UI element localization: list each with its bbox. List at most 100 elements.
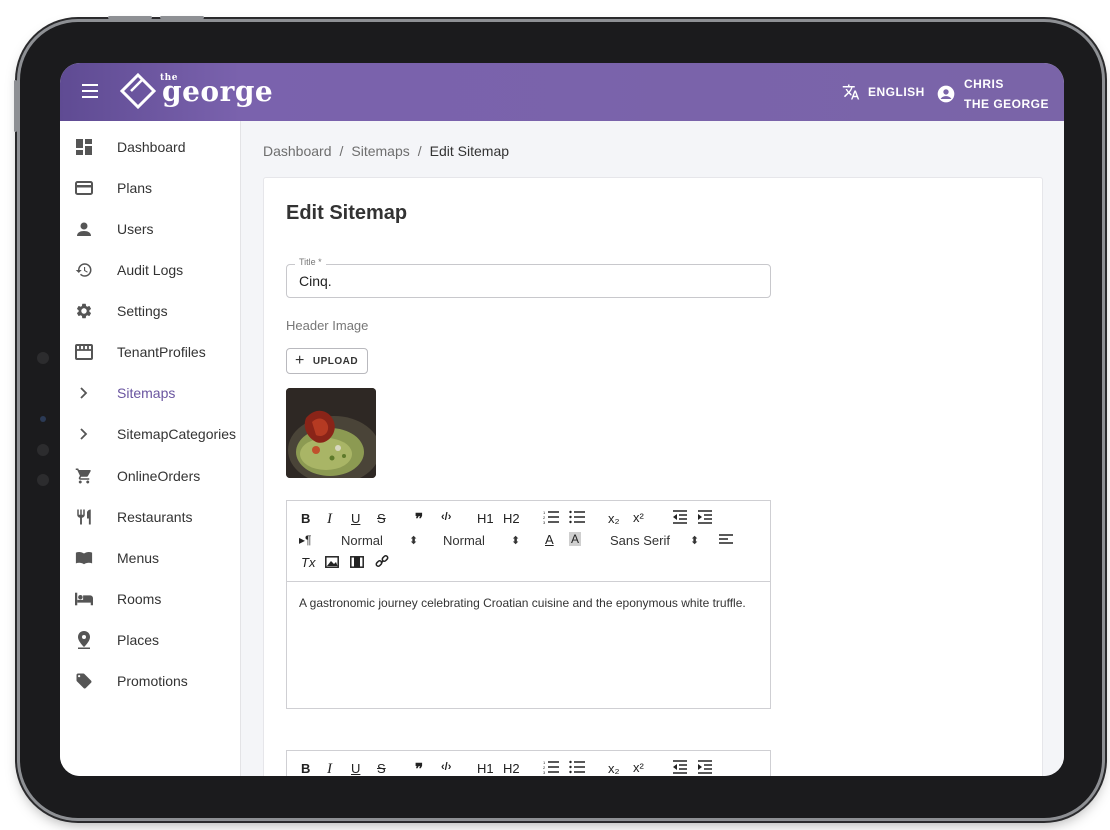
- text-color-icon[interactable]: A: [545, 532, 554, 547]
- sidebar-item-restaurants[interactable]: Restaurants: [60, 497, 240, 537]
- breadcrumb-sitemaps[interactable]: Sitemaps: [351, 143, 409, 159]
- superscript-button[interactable]: x²: [633, 510, 644, 525]
- text-direction-button[interactable]: ▸¶: [299, 533, 311, 547]
- editor-content[interactable]: A gastronomic journey celebrating Croati…: [287, 582, 770, 708]
- user-menu[interactable]: CHRIS THE GEORGE: [936, 74, 1049, 114]
- language-label: ENGLISH: [868, 85, 925, 99]
- sidebar-item-label: Audit Logs: [117, 262, 184, 278]
- bullet-list-icon[interactable]: [569, 510, 585, 527]
- edit-sitemap-card: Edit Sitemap Title * Header Image + UPLO…: [263, 177, 1043, 776]
- sensor-dot: [37, 444, 49, 456]
- gear-icon: [75, 302, 93, 320]
- link-icon[interactable]: [375, 555, 389, 572]
- editor-toolbar: B I U S ❞ ‹/› H1 H2 123 x₂ x² ▸¶ Normal …: [287, 501, 770, 582]
- sidebar-item-plans[interactable]: Plans: [60, 168, 240, 208]
- camera-lens: [40, 416, 46, 422]
- header2-button[interactable]: H2: [503, 761, 520, 776]
- logo-text: george: [162, 74, 274, 108]
- header-select[interactable]: Normal ⬍: [443, 533, 521, 548]
- font-select[interactable]: Sans Serif ⬍: [610, 533, 700, 548]
- strike-button[interactable]: S: [377, 511, 386, 526]
- breadcrumb-dashboard[interactable]: Dashboard: [263, 143, 332, 159]
- sidebar-item-users[interactable]: Users: [60, 209, 240, 249]
- logo-prefix: the: [160, 72, 178, 83]
- sidebar-item-label: Dashboard: [117, 139, 186, 155]
- outdent-icon[interactable]: [672, 510, 688, 527]
- sidebar-item-onlineorders[interactable]: OnlineOrders: [60, 456, 240, 496]
- svg-text:3: 3: [543, 770, 546, 774]
- sidebar-item-settings[interactable]: Settings: [60, 291, 240, 331]
- sidebar-item-label: Promotions: [117, 673, 188, 689]
- sidebar-item-sitemaps[interactable]: Sitemaps: [60, 373, 240, 413]
- bold-button[interactable]: B: [301, 511, 310, 526]
- outdent-icon[interactable]: [672, 760, 688, 776]
- superscript-button[interactable]: x²: [633, 760, 644, 775]
- ordered-list-icon[interactable]: 123: [543, 510, 559, 527]
- store-icon: [75, 343, 93, 361]
- underline-button[interactable]: U: [351, 761, 360, 776]
- video-icon[interactable]: [350, 556, 364, 571]
- underline-button[interactable]: U: [351, 511, 360, 526]
- main-content: Dashboard / Sitemaps / Edit Sitemap Edit Sit…: [241, 121, 1064, 776]
- italic-button[interactable]: I: [327, 761, 332, 776]
- header2-button[interactable]: H2: [503, 511, 520, 526]
- upload-label: UPLOAD: [312, 355, 359, 367]
- align-left-icon[interactable]: [719, 534, 733, 549]
- sidebar-item-tenantprofiles[interactable]: TenantProfiles: [60, 332, 240, 372]
- select-arrows-icon: ⬍: [409, 535, 419, 547]
- tag-icon: [75, 672, 93, 690]
- code-block-button[interactable]: ‹/›: [441, 511, 451, 523]
- header1-button[interactable]: H1: [477, 511, 494, 526]
- power-button: [14, 80, 17, 132]
- logo-wordmark: the george: [160, 72, 274, 108]
- subscript-button[interactable]: x₂: [608, 511, 620, 526]
- upload-button[interactable]: + UPLOAD: [286, 348, 368, 374]
- sidebar-item-places[interactable]: Places: [60, 620, 240, 660]
- code-block-button[interactable]: ‹/›: [441, 761, 451, 773]
- volume-down-button: [160, 16, 204, 19]
- sidebar-item-label: Menus: [117, 550, 160, 566]
- background-color-icon[interactable]: A: [569, 532, 582, 546]
- sidebar-item-menus[interactable]: Menus: [60, 538, 240, 578]
- blockquote-button[interactable]: ❞: [415, 760, 423, 776]
- sidebar-item-label: Plans: [117, 180, 153, 196]
- subscript-button[interactable]: x₂: [608, 761, 620, 776]
- sidebar-item-label: OnlineOrders: [117, 468, 201, 484]
- breadcrumb-current: Edit Sitemap: [429, 143, 510, 159]
- sidebar-item-sitemapcategories[interactable]: SitemapCategories: [60, 414, 240, 454]
- sidebar-item-promotions[interactable]: Promotions: [60, 661, 240, 701]
- header1-button[interactable]: H1: [477, 761, 494, 776]
- strike-button[interactable]: S: [377, 761, 386, 776]
- clean-format-button[interactable]: Tx: [301, 555, 315, 570]
- history-icon: [75, 261, 93, 279]
- blockquote-button[interactable]: ❞: [415, 510, 423, 528]
- sidebar-item-label: Sitemaps: [117, 385, 176, 401]
- italic-button[interactable]: I: [327, 511, 332, 528]
- pin-icon: [75, 631, 93, 649]
- size-select[interactable]: Normal ⬍: [341, 533, 419, 548]
- bold-button[interactable]: B: [301, 761, 310, 776]
- hamburger-menu-icon[interactable]: [82, 84, 98, 98]
- image-icon[interactable]: [325, 556, 339, 571]
- sidebar-item-label: Places: [117, 632, 160, 648]
- logo[interactable]: the george: [120, 71, 273, 111]
- clean-format-label: Tx: [301, 555, 316, 570]
- book-icon: [75, 549, 93, 567]
- sidebar: Dashboard Plans Users Audit Logs Setting…: [60, 121, 241, 776]
- account-circle-icon: [937, 85, 955, 103]
- ordered-list-icon[interactable]: 123: [543, 760, 559, 776]
- header-image-thumbnail[interactable]: [286, 388, 376, 478]
- header-select-value: Normal: [443, 533, 485, 548]
- bullet-list-icon[interactable]: [569, 760, 585, 776]
- indent-icon[interactable]: [697, 510, 713, 527]
- sidebar-item-label: TenantProfiles: [117, 344, 206, 360]
- title-input[interactable]: [299, 273, 759, 289]
- sidebar-item-dashboard[interactable]: Dashboard: [60, 127, 240, 167]
- chevron-right-icon: [75, 384, 93, 402]
- header-image-label: Header Image: [286, 318, 369, 333]
- sidebar-item-rooms[interactable]: Rooms: [60, 579, 240, 619]
- sidebar-item-audit-logs[interactable]: Audit Logs: [60, 250, 240, 290]
- language-switcher[interactable]: ENGLISH: [842, 83, 925, 101]
- indent-icon[interactable]: [697, 760, 713, 776]
- rich-text-editor-2: B I U S ❞ ‹/› H1 H2 123 x₂ x²: [286, 750, 771, 776]
